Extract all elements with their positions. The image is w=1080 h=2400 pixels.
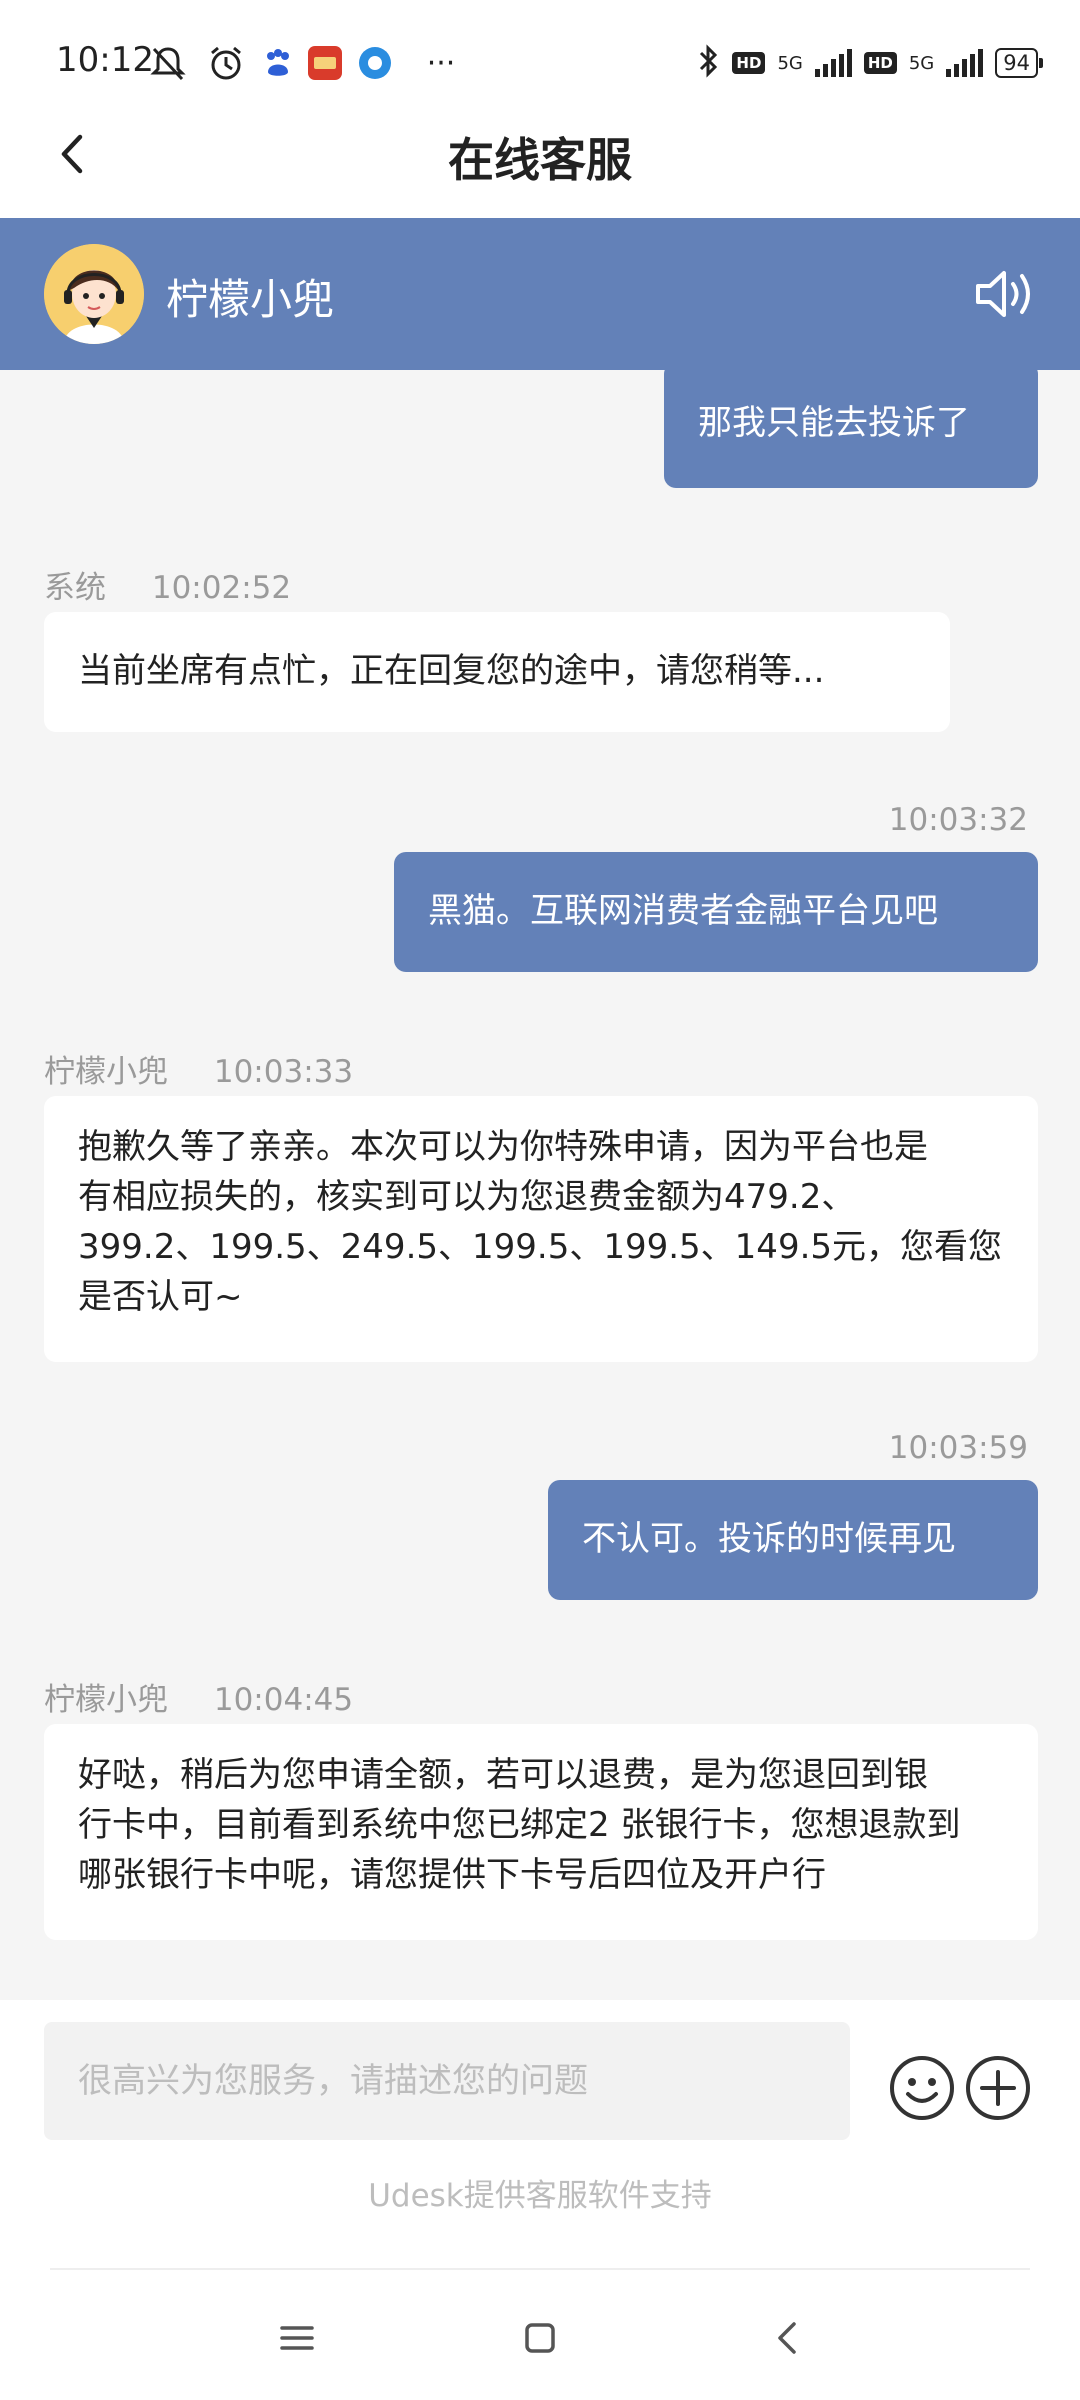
message-time: 10:02:52 bbox=[151, 570, 292, 606]
add-attachment-button[interactable] bbox=[964, 2054, 1032, 2122]
message-time: 10:04:45 bbox=[213, 1682, 354, 1718]
speaker-toggle-button[interactable] bbox=[972, 262, 1038, 326]
message-sender: 柠檬小兜 bbox=[44, 1682, 168, 1718]
net-label: 5G bbox=[777, 52, 803, 74]
message-meta: 柠檬小兜 10:03:33 bbox=[44, 1046, 353, 1091]
agent-name: 柠檬小兜 bbox=[166, 275, 335, 324]
bluetooth-icon bbox=[698, 43, 720, 83]
nav-back-button[interactable] bbox=[748, 2298, 828, 2378]
message-bubble-outgoing: 那我只能去投诉了 bbox=[664, 370, 1038, 488]
plus-icon bbox=[966, 2056, 1030, 2120]
mute-icon bbox=[146, 40, 190, 86]
nav-menu-button[interactable] bbox=[257, 2298, 337, 2378]
page-title: 在线客服 bbox=[448, 133, 632, 187]
message-bubble-incoming: 当前坐席有点忙，正在回复您的途中，请您稍等... bbox=[44, 612, 950, 732]
message-sender: 系统 bbox=[44, 570, 106, 606]
back-chevron-icon bbox=[778, 2322, 796, 2354]
speaker-icon bbox=[976, 271, 1030, 317]
message-time: 10:03:32 bbox=[888, 802, 1028, 838]
chat-area[interactable]: 那我只能去投诉了 系统 10:02:52 当前坐席有点忙，正在回复您的途中，请您… bbox=[0, 370, 1080, 2000]
message-bubble-outgoing: 黑猫。互联网消费者金融平台见吧 bbox=[394, 852, 1038, 972]
more-dots-icon: ··· bbox=[426, 45, 456, 81]
signal-icon bbox=[814, 49, 852, 77]
net-label-2: 5G bbox=[908, 52, 935, 74]
message-line: 好哒，稍后为您申请全额，若可以退费，是为您退回到银 bbox=[78, 1755, 928, 1795]
message-sender: 柠檬小兜 bbox=[44, 1054, 168, 1090]
agent-header: 柠檬小兜 bbox=[0, 218, 1080, 370]
support-text: Udesk提供客服软件支持 bbox=[368, 2178, 712, 2214]
divider bbox=[50, 2268, 1030, 2270]
signal-icon-2 bbox=[946, 49, 984, 77]
message-bubble-incoming: 抱歉久等了亲亲。本次可以为你特殊申请，因为平台也是 有相应损失的，核实到可以为您… bbox=[44, 1096, 1038, 1362]
nav-home-button[interactable] bbox=[500, 2298, 580, 2378]
message-line: 有相应损失的，核实到可以为您退费金额为479.2、 bbox=[78, 1177, 856, 1217]
blue-app-icon bbox=[356, 40, 394, 86]
message-time: 10:03:33 bbox=[213, 1054, 354, 1090]
hd-badge: HD bbox=[732, 52, 766, 74]
message-input[interactable] bbox=[44, 2022, 850, 2140]
message-line: 399.2、199.5、249.5、199.5、199.5、149.5元，您看您 bbox=[78, 1227, 1003, 1267]
message-line: 抱歉久等了亲亲。本次可以为你特殊申请，因为平台也是 bbox=[78, 1127, 928, 1167]
home-square-icon bbox=[525, 2323, 555, 2353]
title-bar: 在线客服 bbox=[0, 90, 1080, 218]
alarm-icon bbox=[204, 40, 248, 86]
message-bubble-outgoing: 不认可。投诉的时候再见 bbox=[548, 1480, 1038, 1600]
battery-indicator: 94 bbox=[995, 48, 1043, 78]
red-app-icon bbox=[306, 40, 344, 86]
message-line: 哪张银行卡中呢，请您提供下卡号后四位及开户行 bbox=[78, 1855, 826, 1895]
message-meta: 柠檬小兜 10:04:45 bbox=[44, 1674, 353, 1719]
message-line: 是否认可~ bbox=[78, 1277, 243, 1317]
message-time: 10:03:59 bbox=[888, 1430, 1028, 1466]
message-line: 行卡中，目前看到系统中您已绑定2 张银行卡，您想退款到 bbox=[78, 1805, 961, 1845]
input-area: Udesk提供客服软件支持 bbox=[0, 2000, 1080, 2400]
baidu-app-icon bbox=[262, 40, 294, 86]
agent-avatar bbox=[44, 244, 144, 344]
status-time: 10:12 bbox=[56, 40, 154, 80]
hd-badge-2: HD bbox=[863, 52, 897, 74]
emoji-button[interactable] bbox=[888, 2054, 956, 2122]
message-meta: 系统 10:02:52 bbox=[44, 562, 291, 607]
menu-icon bbox=[280, 2326, 314, 2350]
emoji-icon bbox=[890, 2056, 954, 2120]
message-bubble-incoming: 好哒，稍后为您申请全额，若可以退费，是为您退回到银 行卡中，目前看到系统中您已绑… bbox=[44, 1724, 1038, 1940]
status-right: HD 5G HD 5G 94 bbox=[698, 40, 1043, 86]
